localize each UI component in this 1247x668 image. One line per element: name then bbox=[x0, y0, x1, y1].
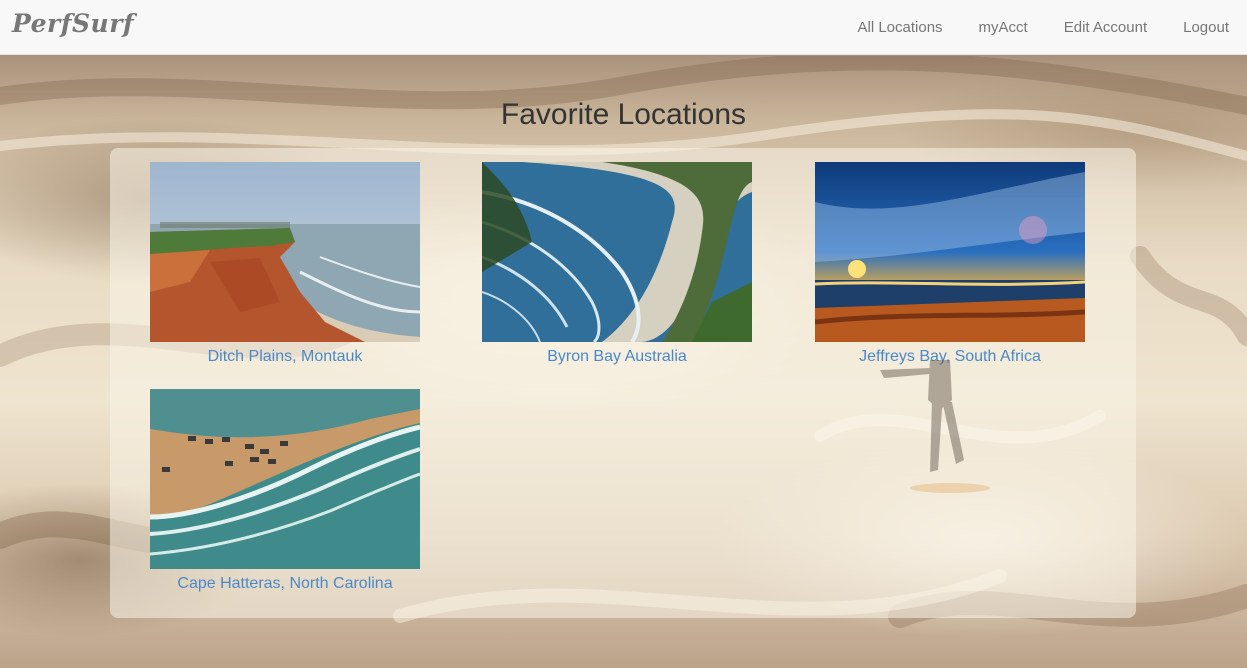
location-card: Jeffreys Bay, South Africa bbox=[815, 162, 1085, 366]
location-link[interactable]: Ditch Plains, Montauk bbox=[150, 348, 420, 366]
location-photo[interactable] bbox=[482, 162, 752, 342]
nav-my-account[interactable]: myAcct bbox=[979, 19, 1028, 36]
top-navbar: PerfSurf All Locations myAcct Edit Accou… bbox=[0, 0, 1247, 55]
location-photo[interactable] bbox=[150, 389, 420, 569]
nav-logout[interactable]: Logout bbox=[1183, 19, 1229, 36]
location-card: Ditch Plains, Montauk bbox=[150, 162, 420, 366]
location-photo[interactable] bbox=[150, 162, 420, 342]
page-title: Favorite Locations bbox=[500, 98, 747, 131]
location-link[interactable]: Cape Hatteras, North Carolina bbox=[150, 575, 420, 593]
brand-logo[interactable]: PerfSurf bbox=[12, 9, 134, 38]
location-link[interactable]: Byron Bay Australia bbox=[482, 348, 752, 366]
nav-links: All Locations myAcct Edit Account Logout bbox=[821, 0, 1229, 55]
location-card: Byron Bay Australia bbox=[482, 162, 752, 366]
nav-edit-account[interactable]: Edit Account bbox=[1064, 19, 1147, 36]
location-card: Cape Hatteras, North Carolina bbox=[150, 389, 420, 593]
surfer-figure bbox=[880, 360, 990, 493]
location-photo[interactable] bbox=[815, 162, 1085, 342]
nav-all-locations[interactable]: All Locations bbox=[857, 19, 942, 36]
